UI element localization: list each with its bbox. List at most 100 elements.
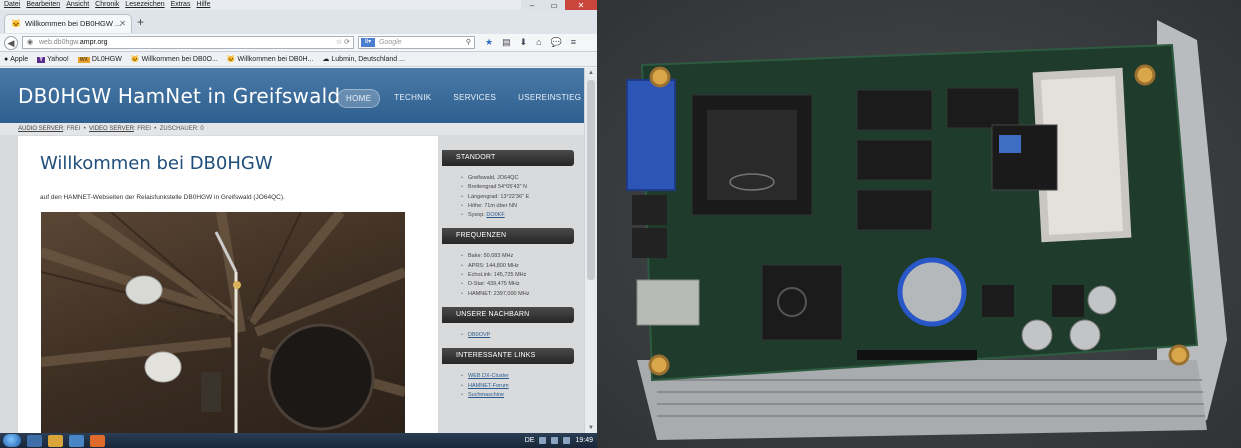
- bookmark-apple-label: Apple: [10, 55, 29, 63]
- antenna-photo: [41, 212, 405, 433]
- video-server-status: : FREI: [133, 126, 151, 132]
- list-item: Greifswald, JO64QC: [461, 174, 574, 184]
- bookmark-db0h[interactable]: 🐱 Willkommen bei DB0H...: [227, 55, 314, 63]
- bookmark-apple[interactable]: ● Apple: [4, 56, 28, 63]
- yahoo-icon: Y: [37, 56, 46, 63]
- link-suchmaschine[interactable]: Suchmaschine: [468, 392, 504, 398]
- chat-icon[interactable]: 💬: [551, 37, 562, 48]
- nachbarn-heading: UNSERE NACHBARN: [442, 306, 574, 323]
- bookmark-db0o[interactable]: 🐱 Willkommen bei DB0O...: [131, 55, 218, 63]
- globe-icon: ◉: [27, 39, 34, 46]
- site-header: DB0HGW HamNet in Greifswald HOME TECHNIK…: [0, 68, 584, 123]
- search-input[interactable]: 8▾ Google ⚲: [358, 36, 475, 49]
- audio-jack: [632, 195, 667, 225]
- menu-ansicht[interactable]: Ansicht: [66, 0, 89, 10]
- main-content: Willkommen bei DB0HGW auf den HAMNET-Web…: [18, 136, 438, 433]
- clock[interactable]: 19:49: [575, 437, 593, 444]
- vertical-scrollbar[interactable]: ▲ ▼: [584, 68, 597, 433]
- search-placeholder: Google: [379, 39, 402, 46]
- site-nav: HOME TECHNIK SERVICES USEREINSTIEG: [337, 89, 584, 108]
- video-server-link[interactable]: VIDEO SERVER: [89, 126, 134, 132]
- capacitor: [1069, 319, 1101, 351]
- menu-extras[interactable]: Extras: [171, 0, 191, 10]
- vga-port: [626, 79, 676, 191]
- list-item: Längengrad: 13°22'36" E: [461, 193, 574, 203]
- list-item: Suchmaschine: [461, 391, 574, 401]
- address-bar[interactable]: ◉ web.db0hgw.ampr.org ☆ ⟳: [22, 36, 354, 49]
- toolbar-icons: ★ ▤ ⬇ ⌂ 💬 ≡: [485, 37, 576, 48]
- input-language[interactable]: DE: [525, 437, 535, 444]
- capacitor: [1021, 319, 1053, 351]
- nav-services[interactable]: SERVICES: [445, 89, 504, 108]
- frequenzen-list: Bake: 50,083 MHz APRS: 144,800 MHz EchoL…: [442, 244, 574, 306]
- bookmark-star-icon[interactable]: ★: [485, 37, 493, 48]
- tray-icon[interactable]: [551, 437, 559, 444]
- tray-icon[interactable]: [563, 437, 571, 444]
- tray-icon[interactable]: [539, 437, 547, 444]
- sysop-label: Sysop:: [468, 212, 487, 219]
- nav-technik[interactable]: TECHNIK: [386, 89, 439, 108]
- list-item: WEB DX-Cluster: [461, 372, 574, 382]
- inductor: [1052, 285, 1084, 317]
- bookmarks-menu-icon[interactable]: ▤: [502, 37, 511, 48]
- link-dx-cluster[interactable]: WEB DX-Cluster: [468, 373, 509, 379]
- bookmark-yahoo[interactable]: Y Yahoo!: [37, 56, 69, 63]
- scroll-up-icon[interactable]: ▲: [585, 68, 597, 78]
- scrollbar-thumb[interactable]: [587, 80, 595, 280]
- menu-datei[interactable]: Datei: [4, 0, 20, 10]
- sysop-link[interactable]: DO0KF: [486, 212, 504, 218]
- ethernet-port: [636, 279, 700, 326]
- tab-active[interactable]: 🐱 Willkommen bei DB0HGW ... ✕: [4, 14, 132, 33]
- download-icon[interactable]: ⬇: [520, 37, 528, 48]
- menu-bar: Datei Bearbeiten Ansicht Chronik Lesezei…: [0, 0, 597, 11]
- taskbar-icon-media[interactable]: [27, 434, 42, 447]
- dish-antenna: [144, 351, 182, 383]
- cmos-battery: [897, 257, 967, 327]
- menu-icon[interactable]: ≡: [571, 37, 576, 48]
- back-icon[interactable]: ◀: [4, 35, 18, 50]
- search-icon[interactable]: ⚲: [466, 37, 471, 48]
- nachbarn-list: DB0OVP: [442, 323, 574, 348]
- url-prefix: web.db0hgw.: [39, 39, 80, 46]
- antenna-illustration: [41, 212, 405, 433]
- audio-server-link[interactable]: AUDIO SERVER: [18, 126, 63, 132]
- search-engine-icon[interactable]: 8▾: [361, 38, 375, 47]
- close-tab-icon[interactable]: ✕: [119, 15, 126, 33]
- link-hamnet-forum[interactable]: HAMNET-Forum: [468, 383, 509, 389]
- taskbar-icon-folder[interactable]: [48, 434, 63, 447]
- bookmark-db0o-label: Willkommen bei DB0O...: [141, 56, 218, 63]
- bookmark-dl0hgw[interactable]: WX DL0HGW: [77, 56, 122, 63]
- list-item: APRS: 144,800 MHz: [461, 262, 574, 272]
- menu-chronik[interactable]: Chronik: [95, 0, 119, 10]
- sidebar: STANDORT Greifswald, JO64QC Breitengrad …: [442, 150, 574, 408]
- nav-home[interactable]: HOME: [337, 89, 381, 108]
- nav-usereinstieg[interactable]: USEREINSTIEG: [510, 89, 584, 108]
- links-heading: INTERESSANTE LINKS: [442, 348, 574, 365]
- dome-hatch: [267, 323, 375, 431]
- site-title[interactable]: DB0HGW HamNet in Greifswald: [18, 84, 340, 108]
- reload-icon[interactable]: ☆ ⟳: [336, 37, 350, 48]
- new-tab-icon[interactable]: +: [137, 15, 144, 29]
- taskbar-icon-firefox[interactable]: [90, 434, 105, 447]
- list-item: Sysop: DO0KF: [461, 211, 574, 221]
- menu-hilfe[interactable]: Hilfe: [196, 0, 210, 10]
- scroll-down-icon[interactable]: ▼: [585, 423, 597, 433]
- list-item: Bake: 50,083 MHz: [461, 252, 574, 262]
- system-tray: DE 19:49: [525, 437, 597, 444]
- audio-jack: [632, 228, 667, 258]
- tab-bar: 🐱 Willkommen bei DB0HGW ... ✕ +: [0, 10, 597, 34]
- taskbar-icon-app[interactable]: [69, 434, 84, 447]
- bookmark-lubmin[interactable]: ☁ Lubmin, Deutschland ...: [322, 55, 405, 63]
- neighbor-link[interactable]: DB0OVP: [468, 332, 490, 338]
- menu-bearbeiten[interactable]: Bearbeiten: [26, 0, 60, 10]
- start-button[interactable]: [3, 434, 21, 447]
- webcam-icon: WX: [77, 56, 90, 63]
- menu-lesezeichen[interactable]: Lesezeichen: [125, 0, 164, 10]
- list-item: HAMNET: 2397,000 MHz: [461, 290, 574, 300]
- standort-heading: STANDORT: [442, 150, 574, 166]
- intro-text: auf den HAMNET-Webseiten der Relaisfunks…: [40, 194, 285, 201]
- home-icon[interactable]: ⌂: [536, 37, 541, 48]
- viewer-count: ZUSCHAUER: 0: [159, 126, 204, 132]
- server-status-bar: AUDIO SERVER: FREI • VIDEO SERVER: FREI …: [0, 123, 584, 135]
- standort-list: Greifswald, JO64QC Breitengrad 54°05'43"…: [442, 166, 574, 228]
